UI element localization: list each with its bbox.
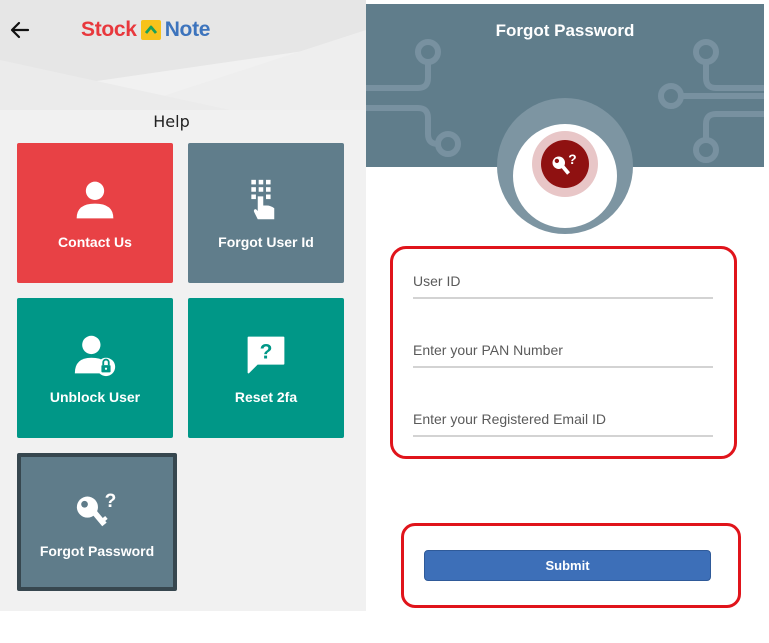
reset-2fa-label: Reset 2fa [234,389,298,405]
svg-text:?: ? [260,341,273,364]
email-field-wrapper [413,395,713,437]
submit-button[interactable]: Submit [424,550,711,581]
contact-us-tile[interactable]: Contact Us [17,143,173,283]
svg-text:?: ? [105,491,117,512]
user-lock-icon [71,331,119,379]
svg-text:?: ? [568,152,576,167]
user-id-field-wrapper [413,257,713,299]
forgot-user-id-label: Forgot User Id [218,234,314,250]
forgot-password-panel: Forgot Password ? Submit [366,4,764,638]
recovery-form-highlight [390,246,737,459]
reset-2fa-tile[interactable]: ? Reset 2fa [188,298,344,438]
pan-field-wrapper [413,326,713,368]
user-id-input[interactable] [413,257,713,297]
forgot-password-tile[interactable]: ? Forgot Password [17,453,177,591]
user-icon [71,176,119,224]
logo-text-note: Note [164,18,211,41]
key-question-icon: ? [73,485,121,533]
help-panel: Stock Note Help Contact Us Forgot User I… [0,0,366,611]
keypad-touch-icon [242,176,290,224]
stocknote-logo: Stock Note [81,16,210,44]
submit-highlight: Submit [401,523,741,608]
forgot-password-label: Forgot Password [39,543,155,559]
forgot-password-title: Forgot Password [495,21,635,40]
question-chat-icon: ? [242,331,290,379]
help-title: Help [153,112,190,131]
forgot-user-id-tile[interactable]: Forgot User Id [188,143,344,283]
unblock-user-label: Unblock User [49,389,141,405]
back-arrow-icon[interactable] [8,18,32,42]
pan-number-input[interactable] [413,326,713,366]
unblock-user-tile[interactable]: Unblock User [17,298,173,438]
logo-chevron-icon [140,20,161,40]
email-input[interactable] [413,395,713,435]
logo-text-stock: Stock [81,18,137,41]
contact-us-label: Contact Us [58,234,132,250]
key-question-icon: ? [541,140,589,188]
